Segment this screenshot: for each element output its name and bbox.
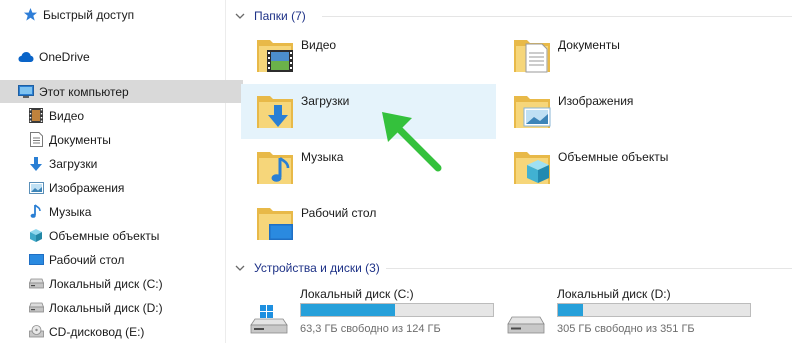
folders-group-title: Папки (7) <box>254 9 306 23</box>
video-folder-icon <box>257 40 293 72</box>
drive-name: Локальный диск (C:) <box>300 287 414 301</box>
folder-tile-music[interactable]: Музыка <box>241 140 496 192</box>
cloud-icon <box>18 49 34 65</box>
star-icon <box>22 7 38 23</box>
drive-name: Локальный диск (D:) <box>557 287 671 301</box>
drive-icon <box>507 316 545 334</box>
sidebar-item-cd-drive[interactable]: CD-дисковод (E:) <box>0 320 253 343</box>
sidebar-item-drive-d[interactable]: Локальный диск (D:) <box>0 296 253 319</box>
picture-icon <box>28 180 44 196</box>
chevron-down-icon <box>235 13 245 19</box>
navigation-pane: Быстрый доступ OneDrive Этот компьютер В… <box>0 0 243 343</box>
folder-label: Изображения <box>558 94 634 108</box>
folder-label: Документы <box>558 38 620 52</box>
cd-drive-icon <box>28 324 44 340</box>
folder-label: Рабочий стол <box>301 206 377 220</box>
downloads-folder-icon <box>257 96 293 128</box>
sidebar-item-this-pc[interactable]: Этот компьютер <box>0 80 243 103</box>
film-icon <box>28 108 44 124</box>
music-folder-icon <box>257 152 293 184</box>
sidebar-item-video[interactable]: Видео <box>0 104 253 127</box>
windows-drive-icon <box>250 305 288 334</box>
folder-label: Загрузки <box>301 94 350 108</box>
folder-label: Видео <box>301 38 337 52</box>
sidebar-item-quick-access[interactable]: Быстрый доступ <box>0 3 247 26</box>
folder-tile-documents[interactable]: Документы <box>498 28 753 80</box>
music-note-icon <box>28 204 44 220</box>
drive-usage-bar-fill <box>558 304 583 316</box>
sidebar-item-documents[interactable]: Документы <box>0 128 253 151</box>
desktop-folder-icon <box>257 208 293 240</box>
sidebar-item-drive-c[interactable]: Локальный диск (C:) <box>0 272 253 295</box>
group-divider <box>322 16 792 17</box>
sidebar-item-pictures[interactable]: Изображения <box>0 176 253 199</box>
desktop-icon <box>28 252 44 268</box>
folders-group-header[interactable]: Папки (7) <box>234 7 306 25</box>
drive-usage-bar-fill <box>301 304 396 316</box>
sidebar-item-music[interactable]: Музыка <box>0 200 253 223</box>
content-pane: Папки (7) Видео Документы Загрузки Изобр… <box>226 0 800 343</box>
drive-free-space: 305 ГБ свободно из 351 ГБ <box>557 323 695 335</box>
drives-group-header[interactable]: Устройства и диски (3) <box>234 259 380 277</box>
sidebar-item-onedrive[interactable]: OneDrive <box>0 45 243 68</box>
pictures-folder-icon <box>514 96 551 128</box>
folder-label: Музыка <box>301 150 344 164</box>
drives-group-title: Устройства и диски (3) <box>254 261 380 275</box>
folder-tile-3d-objects[interactable]: Объемные объекты <box>498 140 753 192</box>
monitor-icon <box>18 84 34 100</box>
chevron-down-icon <box>235 265 245 271</box>
drive-free-space: 63,3 ГБ свободно из 124 ГБ <box>300 323 441 335</box>
documents-folder-icon <box>514 40 550 73</box>
folder-tile-downloads[interactable]: Загрузки <box>241 84 496 139</box>
drive-tile-d[interactable]: Локальный диск (D:) 305 ГБ свободно из 3… <box>499 283 759 343</box>
drive-icon <box>28 276 44 292</box>
folder-label: Объемные объекты <box>558 150 669 164</box>
sidebar-item-downloads[interactable]: Загрузки <box>0 152 253 175</box>
drive-icon <box>28 300 44 316</box>
folder-tile-desktop[interactable]: Рабочий стол <box>241 196 496 248</box>
folder-tile-pictures[interactable]: Изображения <box>498 84 753 136</box>
sidebar-item-desktop[interactable]: Рабочий стол <box>0 248 253 271</box>
drive-usage-bar <box>300 303 494 317</box>
group-divider <box>386 268 792 269</box>
folder-tile-video[interactable]: Видео <box>241 28 496 80</box>
3d-objects-folder-icon <box>514 152 550 184</box>
drive-usage-bar <box>557 303 751 317</box>
drive-tile-c[interactable]: Локальный диск (C:) 63,3 ГБ свободно из … <box>242 283 502 343</box>
sidebar-item-3d-objects[interactable]: Объемные объекты <box>0 224 253 247</box>
document-icon <box>28 132 44 148</box>
cube-icon <box>28 228 44 244</box>
download-arrow-icon <box>28 156 44 172</box>
